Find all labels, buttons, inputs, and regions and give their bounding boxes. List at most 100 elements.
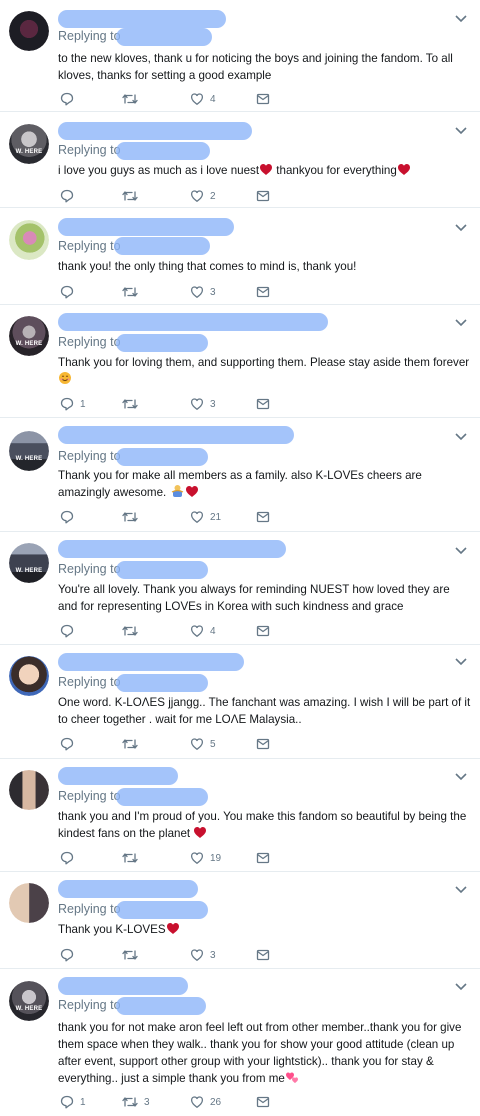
like-button[interactable]: 2: [190, 188, 216, 204]
like-button[interactable]: 4: [190, 91, 216, 107]
avatar[interactable]: [9, 770, 49, 810]
chevron-down-icon[interactable]: [454, 126, 468, 136]
avatar[interactable]: W. HERE: [9, 124, 49, 164]
tweet[interactable]: W. HERE Replying to thank you for not ma…: [0, 969, 480, 1116]
avatar[interactable]: W. HERE: [9, 543, 49, 583]
handle-redacted[interactable]: [116, 28, 212, 46]
retweet-button[interactable]: [122, 91, 144, 107]
handle-redacted[interactable]: [116, 901, 208, 919]
display-name-redacted: [58, 977, 188, 995]
retweet-button[interactable]: [122, 947, 144, 963]
dm-button[interactable]: [256, 850, 270, 866]
reply-button[interactable]: [60, 623, 80, 639]
tweet[interactable]: W. HERE Replying to You're all lovely. T…: [0, 532, 480, 645]
tweet[interactable]: Replying to One word. K-LOΛES jjangg.. T…: [0, 645, 480, 759]
avatar[interactable]: W. HERE: [9, 316, 49, 356]
reply-button[interactable]: [60, 736, 80, 752]
dm-icon: [256, 625, 270, 637]
like-button[interactable]: 3: [190, 284, 216, 300]
like-button[interactable]: 19: [190, 850, 221, 866]
like-count: 5: [210, 738, 216, 750]
display-name-redacted: [58, 122, 252, 140]
like-count: 3: [210, 949, 216, 961]
reply-icon: [60, 851, 74, 865]
retweet-button[interactable]: 3: [122, 1094, 150, 1110]
like-button[interactable]: 5: [190, 736, 216, 752]
avatar[interactable]: [9, 656, 49, 696]
reply-icon: [60, 737, 74, 751]
dm-icon: [256, 1096, 270, 1108]
avatar[interactable]: [9, 220, 49, 260]
chevron-down-icon[interactable]: [454, 318, 468, 328]
retweet-button[interactable]: [122, 509, 144, 525]
like-icon: [190, 286, 204, 298]
avatar[interactable]: W. HERE: [9, 431, 49, 471]
dm-button[interactable]: [256, 509, 270, 525]
retweet-button[interactable]: [122, 850, 144, 866]
retweet-icon: [122, 399, 138, 409]
chevron-down-icon[interactable]: [454, 432, 468, 442]
retweet-button[interactable]: [122, 736, 144, 752]
reply-button[interactable]: [60, 850, 80, 866]
avatar-label: W. HERE: [15, 456, 43, 462]
reply-button[interactable]: [60, 509, 80, 525]
dm-button[interactable]: [256, 1094, 270, 1110]
chevron-down-icon[interactable]: [454, 223, 468, 233]
handle-redacted[interactable]: [116, 674, 208, 692]
chevron-down-icon[interactable]: [454, 14, 468, 24]
chevron-down-icon[interactable]: [454, 772, 468, 782]
chevron-down-icon[interactable]: [454, 982, 468, 992]
chevron-down-icon[interactable]: [454, 885, 468, 895]
retweet-button[interactable]: [122, 396, 144, 412]
retweet-button[interactable]: [122, 188, 144, 204]
reply-button[interactable]: [60, 284, 80, 300]
avatar[interactable]: [9, 11, 49, 51]
chevron-down-icon[interactable]: [454, 657, 468, 667]
dm-button[interactable]: [256, 91, 270, 107]
handle-redacted[interactable]: [116, 448, 208, 466]
avatar[interactable]: W. HERE: [9, 981, 49, 1021]
tweet[interactable]: W. HERE Replying to i love you guys as m…: [0, 112, 480, 208]
tweet[interactable]: W. HERE Replying to Thank you for make a…: [0, 418, 480, 532]
tweet[interactable]: Replying to to the new kloves, thank u f…: [0, 0, 480, 112]
like-button[interactable]: 3: [190, 396, 216, 412]
chevron-down-icon[interactable]: [454, 546, 468, 556]
tweet[interactable]: Replying to thank you and I'm proud of y…: [0, 759, 480, 872]
tweet-actions: 1 3 26: [58, 1094, 298, 1110]
retweet-button[interactable]: [122, 284, 144, 300]
reply-button[interactable]: [60, 188, 80, 204]
like-button[interactable]: 26: [190, 1094, 221, 1110]
handle-redacted[interactable]: [116, 561, 208, 579]
like-icon: [190, 738, 204, 750]
handle-redacted[interactable]: [116, 997, 206, 1015]
like-button[interactable]: 4: [190, 623, 216, 639]
tweet-text-part: thank you for not make aron feel left ou…: [58, 1021, 462, 1085]
like-button[interactable]: 21: [190, 509, 221, 525]
tweet[interactable]: W. HERE Replying to Thank you for loving…: [0, 305, 480, 418]
retweet-button[interactable]: [122, 623, 144, 639]
tweet[interactable]: Replying to thank you! the only thing th…: [0, 208, 480, 305]
like-button[interactable]: 3: [190, 947, 216, 963]
display-name-redacted: [58, 767, 178, 785]
handle-redacted[interactable]: [116, 788, 208, 806]
handle-redacted[interactable]: [116, 142, 210, 160]
avatar[interactable]: [9, 883, 49, 923]
dm-button[interactable]: [256, 736, 270, 752]
dm-button[interactable]: [256, 188, 270, 204]
reply-button[interactable]: [60, 947, 80, 963]
reply-button[interactable]: 1: [60, 1094, 86, 1110]
like-icon: [190, 1096, 204, 1108]
reply-button[interactable]: 1: [60, 396, 86, 412]
like-icon: [190, 949, 204, 961]
tweet[interactable]: Replying to Thank you K-LOVES 3: [0, 872, 480, 969]
handle-redacted[interactable]: [116, 334, 208, 352]
tweet-text: thank you! the only thing that comes to …: [58, 260, 357, 273]
handle-redacted[interactable]: [114, 237, 210, 255]
reply-button[interactable]: [60, 91, 80, 107]
tweet-text-part: Thank you K-LOVES: [58, 923, 166, 936]
dm-button[interactable]: [256, 284, 270, 300]
dm-button[interactable]: [256, 396, 270, 412]
dm-button[interactable]: [256, 947, 270, 963]
tweet-actions: 4: [58, 623, 298, 639]
dm-button[interactable]: [256, 623, 270, 639]
